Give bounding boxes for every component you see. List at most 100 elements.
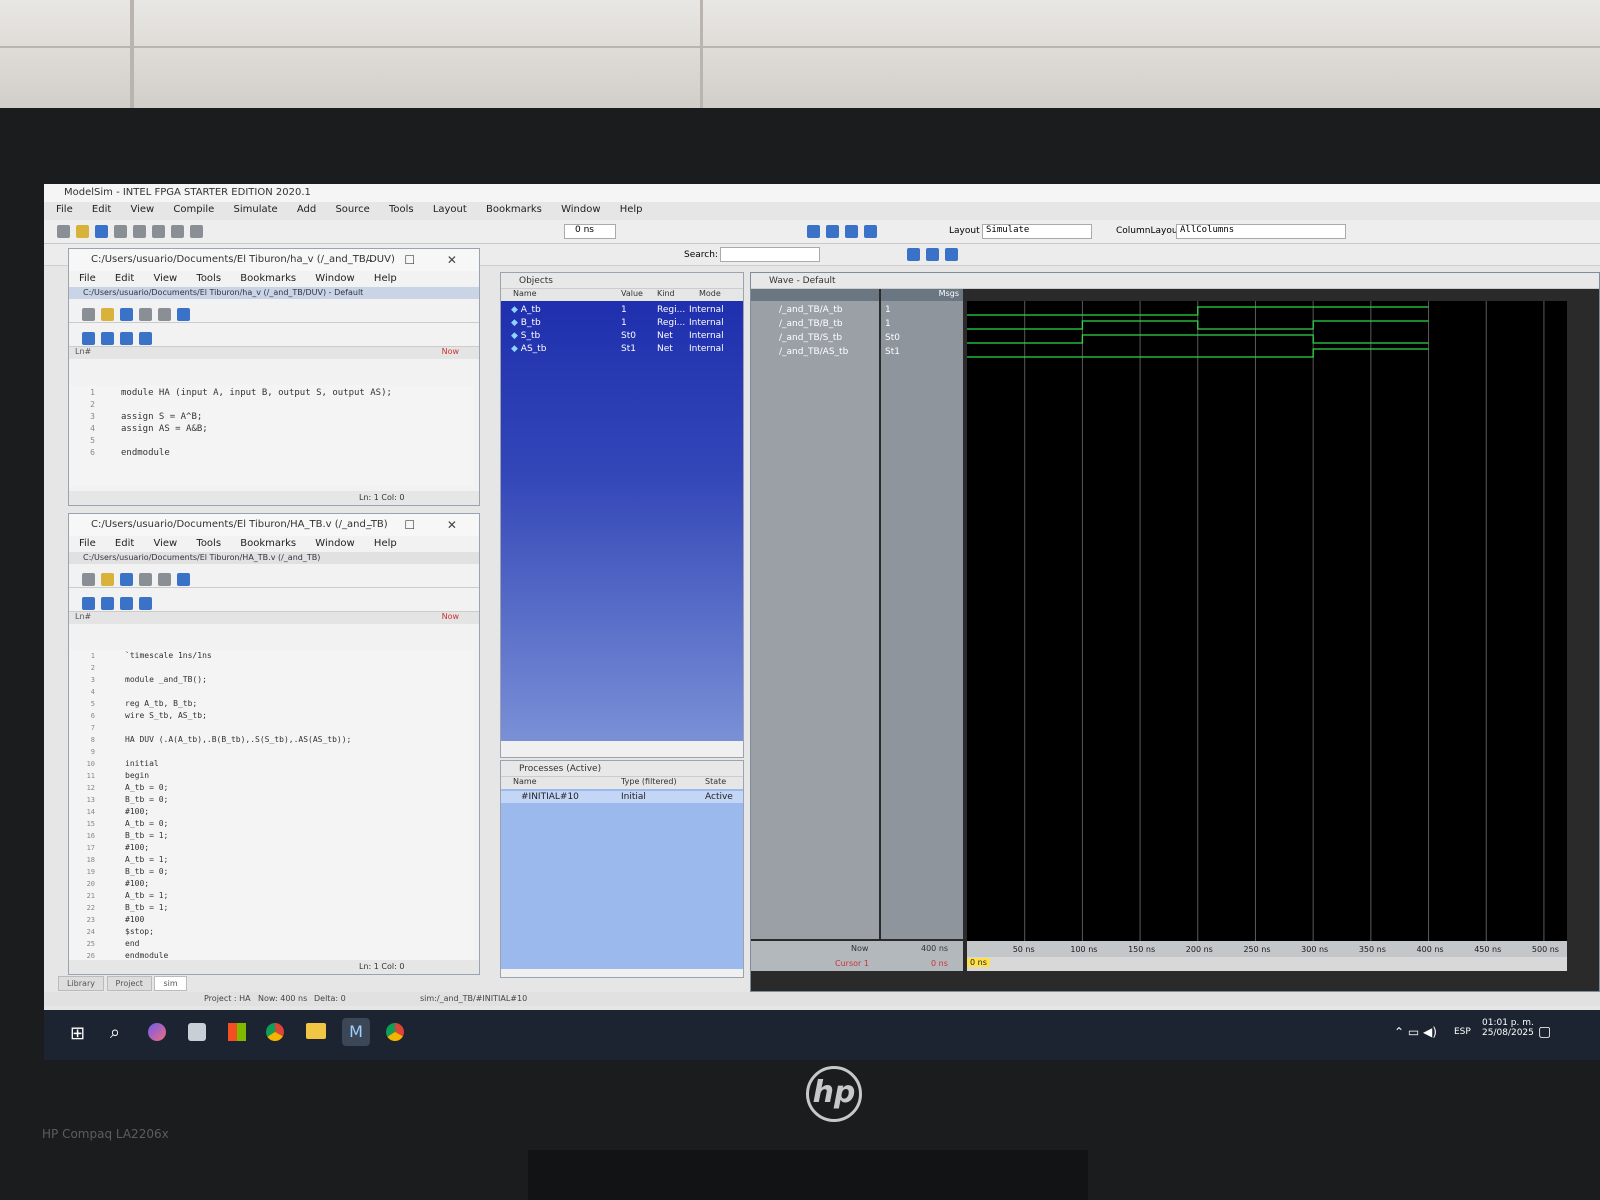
save-icon[interactable] <box>120 573 133 586</box>
notification-icon[interactable]: ▢ <box>1538 1024 1551 1040</box>
find-icon[interactable] <box>177 573 190 586</box>
wave-signal-name[interactable]: /_and_TB/AS_tb <box>779 347 848 357</box>
run-length-field[interactable]: 0 ns <box>564 224 616 239</box>
editor2-menu-bookmarks[interactable]: Bookmarks <box>240 538 296 549</box>
editor1-menu-edit[interactable]: Edit <box>115 273 134 284</box>
windows-start-icon[interactable]: ⊞ <box>70 1023 85 1044</box>
object-row[interactable]: ◆ S_tb <box>511 331 540 341</box>
menu-simulate[interactable]: Simulate <box>234 204 278 215</box>
modelsim-taskbar-icon[interactable]: M <box>342 1018 370 1046</box>
step-over-icon[interactable] <box>826 225 839 238</box>
zoom-out-icon[interactable] <box>926 248 939 261</box>
redo-icon[interactable] <box>158 308 171 321</box>
paste-icon[interactable] <box>171 225 184 238</box>
chrome-icon-2[interactable] <box>386 1023 404 1041</box>
editor1-menu-view[interactable]: View <box>153 273 177 284</box>
processes-col-name[interactable]: Name <box>513 777 537 786</box>
processes-list[interactable]: #INITIAL#10 Initial Active <box>501 789 743 969</box>
copilot-icon[interactable] <box>148 1023 166 1041</box>
editor1-menu-bookmarks[interactable]: Bookmarks <box>240 273 296 284</box>
editor1-menu-window[interactable]: Window <box>315 273 354 284</box>
cut-icon[interactable] <box>133 225 146 238</box>
file-explorer-icon[interactable] <box>306 1023 326 1039</box>
object-row[interactable]: ◆ B_tb <box>511 318 541 328</box>
objects-col-name[interactable]: Name <box>513 289 537 298</box>
objects-col-value[interactable]: Value <box>621 289 643 298</box>
menu-bookmarks[interactable]: Bookmarks <box>486 204 542 215</box>
find-icon[interactable] <box>190 225 203 238</box>
wave-cursor-label[interactable]: Cursor 1 <box>835 959 869 968</box>
objects-col-kind[interactable]: Kind <box>657 289 675 298</box>
layout-select[interactable]: Simulate <box>982 224 1092 239</box>
continue-icon[interactable] <box>864 225 877 238</box>
open-folder-icon[interactable] <box>76 225 89 238</box>
column-layout-select[interactable]: AllColumns <box>1176 224 1346 239</box>
open-icon[interactable] <box>101 573 114 586</box>
editor2-menu-file[interactable]: File <box>79 538 96 549</box>
menu-file[interactable]: File <box>56 204 73 215</box>
zoom-full-icon[interactable] <box>945 248 958 261</box>
object-row[interactable]: ◆ AS_tb <box>511 344 546 354</box>
menu-edit[interactable]: Edit <box>92 204 111 215</box>
menu-view[interactable]: View <box>130 204 154 215</box>
save-icon[interactable] <box>120 308 133 321</box>
menu-source[interactable]: Source <box>335 204 369 215</box>
object-row[interactable]: ◆ A_tb <box>511 305 541 315</box>
menu-tools[interactable]: Tools <box>389 204 414 215</box>
objects-col-mode[interactable]: Mode <box>699 289 721 298</box>
processes-col-type[interactable]: Type (filtered) <box>621 777 677 786</box>
editor1-menu-file[interactable]: File <box>79 273 96 284</box>
menu-compile[interactable]: Compile <box>173 204 214 215</box>
step-out-icon[interactable] <box>120 597 133 610</box>
step-over-icon[interactable] <box>101 332 114 345</box>
tab-project[interactable]: Project <box>106 976 152 991</box>
editor2-menu-tools[interactable]: Tools <box>196 538 221 549</box>
processes-col-state[interactable]: State <box>705 777 726 786</box>
find-icon[interactable] <box>177 308 190 321</box>
tab-sim[interactable]: sim <box>154 976 187 991</box>
step-icon[interactable] <box>82 332 95 345</box>
editor1-menu-tools[interactable]: Tools <box>196 273 221 284</box>
waveform-plot[interactable] <box>967 301 1567 941</box>
undo-icon[interactable] <box>139 573 152 586</box>
continue-icon[interactable] <box>139 332 152 345</box>
wave-signal-name[interactable]: /_and_TB/B_tb <box>779 319 843 329</box>
editor2-menu-window[interactable]: Window <box>315 538 354 549</box>
copy-icon[interactable] <box>152 225 165 238</box>
objects-list[interactable]: ◆ A_tb 1 Regi... Internal ◆ B_tb 1 Regi.… <box>501 301 743 741</box>
search-input[interactable] <box>720 247 820 262</box>
editor1-code-area[interactable]: 1 2 3 4 5 6 module HA (input A, input B,… <box>69 385 474 487</box>
editor1-menu-help[interactable]: Help <box>374 273 397 284</box>
open-icon[interactable] <box>101 308 114 321</box>
window-controls[interactable]: – ☐ ✕ <box>367 514 471 536</box>
chrome-icon[interactable] <box>266 1023 284 1041</box>
editor2-menu-help[interactable]: Help <box>374 538 397 549</box>
step-icon[interactable] <box>807 225 820 238</box>
editor2-menu-view[interactable]: View <box>153 538 177 549</box>
redo-icon[interactable] <box>158 573 171 586</box>
step-icon[interactable] <box>82 597 95 610</box>
wave-signal-name[interactable]: /_and_TB/A_tb <box>779 305 843 315</box>
step-out-icon[interactable] <box>845 225 858 238</box>
editor1-code[interactable]: module HA (input A, input B, output S, o… <box>121 387 392 459</box>
tray-icons[interactable]: ⌃ ▭ ◀) <box>1394 1025 1437 1039</box>
save-icon[interactable] <box>95 225 108 238</box>
tray-clock[interactable]: 01:01 p. m. 25/08/2025 <box>1482 1018 1534 1038</box>
menu-window[interactable]: Window <box>561 204 600 215</box>
step-out-icon[interactable] <box>120 332 133 345</box>
menu-layout[interactable]: Layout <box>433 204 467 215</box>
editor2-menu-edit[interactable]: Edit <box>115 538 134 549</box>
continue-icon[interactable] <box>139 597 152 610</box>
calculator-icon[interactable] <box>188 1023 206 1041</box>
new-file-icon[interactable] <box>57 225 70 238</box>
search-icon[interactable]: ⌕ <box>110 1022 120 1043</box>
wave-signal-name[interactable]: /_and_TB/S_tb <box>779 333 842 343</box>
menu-help[interactable]: Help <box>620 204 643 215</box>
tab-library[interactable]: Library <box>58 976 104 991</box>
undo-icon[interactable] <box>139 308 152 321</box>
editor2-code[interactable]: `timescale 1ns/1ns module _and_TB(); reg… <box>125 650 351 962</box>
print-icon[interactable] <box>114 225 127 238</box>
menu-add[interactable]: Add <box>297 204 316 215</box>
wave-cursor-tag[interactable]: 0 ns <box>967 958 990 967</box>
new-icon[interactable] <box>82 308 95 321</box>
